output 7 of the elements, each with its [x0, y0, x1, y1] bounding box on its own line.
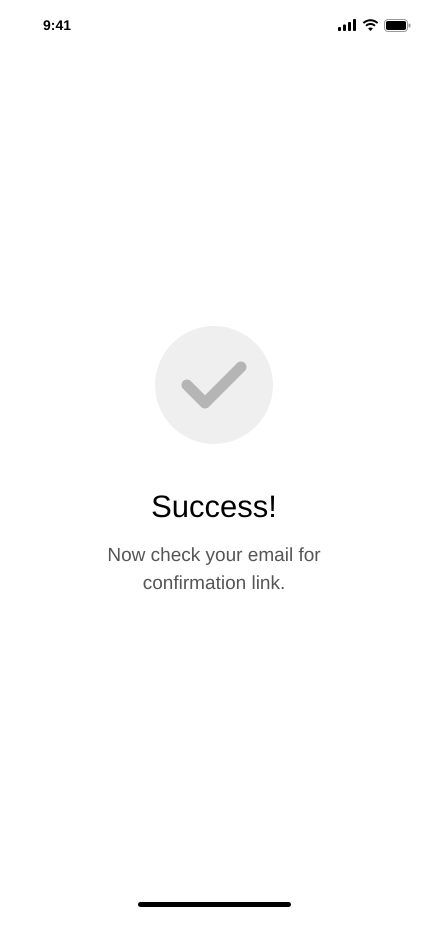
battery-icon	[384, 18, 411, 32]
checkmark-icon	[181, 360, 247, 410]
wifi-icon	[362, 19, 379, 31]
success-title: Success!	[151, 488, 277, 526]
signal-icon	[338, 19, 357, 31]
success-message: Now check your email for confirmation link.	[106, 544, 322, 596]
status-time: 9:41	[43, 16, 72, 34]
